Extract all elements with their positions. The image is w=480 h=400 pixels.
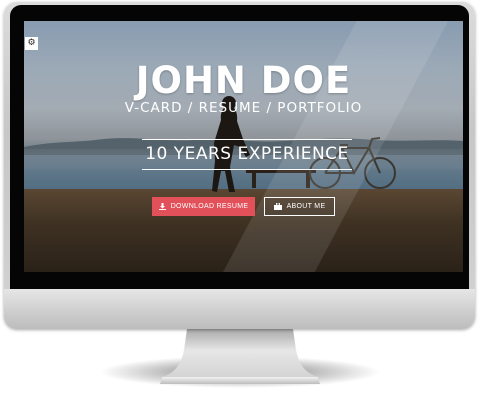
about-me-button[interactable]: ABOUT ME: [264, 197, 335, 216]
hero-name: JOHN DOE: [135, 59, 352, 102]
download-icon: [158, 203, 166, 210]
monitor-chin: [4, 289, 475, 329]
settings-button[interactable]: ⚙: [25, 37, 38, 50]
gear-icon: ⚙: [27, 38, 36, 48]
website-screen: ⚙ JOHN DOE V-CARD / RESUME / PORTFOLIO 1…: [24, 21, 463, 272]
about-me-label: ABOUT ME: [286, 203, 326, 210]
hero-subtitle: V-CARD / RESUME / PORTFOLIO: [124, 100, 363, 116]
download-resume-label: DOWNLOAD RESUME: [170, 203, 249, 210]
experience-banner: 10 YEARS EXPERIENCE: [142, 139, 352, 170]
experience-text: 10 YEARS EXPERIENCE: [145, 144, 349, 164]
download-resume-button[interactable]: DOWNLOAD RESUME: [152, 197, 255, 216]
briefcase-icon: [273, 203, 282, 210]
